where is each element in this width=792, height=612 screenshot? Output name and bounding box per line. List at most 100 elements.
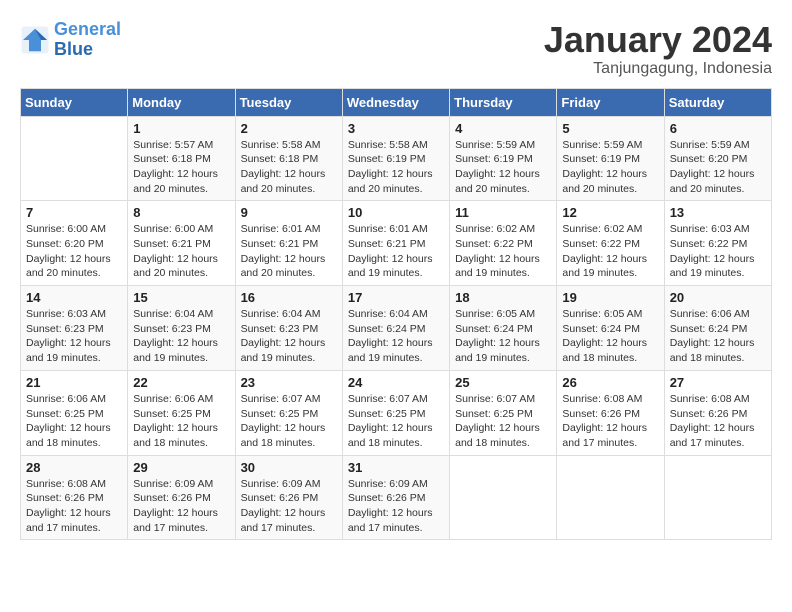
day-info: Sunrise: 6:02 AMSunset: 6:22 PMDaylight:… [455,222,551,281]
day-number: 16 [241,290,337,305]
day-info: Sunrise: 5:57 AMSunset: 6:18 PMDaylight:… [133,138,229,197]
day-number: 9 [241,205,337,220]
calendar-cell: 19 Sunrise: 6:05 AMSunset: 6:24 PMDayligh… [557,286,664,371]
day-number: 12 [562,205,658,220]
day-info: Sunrise: 6:07 AMSunset: 6:25 PMDaylight:… [241,392,337,451]
day-info: Sunrise: 6:06 AMSunset: 6:25 PMDaylight:… [26,392,122,451]
day-header-monday: Monday [128,88,235,116]
day-number: 11 [455,205,551,220]
day-info: Sunrise: 6:01 AMSunset: 6:21 PMDaylight:… [348,222,444,281]
day-number: 20 [670,290,766,305]
day-header-thursday: Thursday [450,88,557,116]
calendar-cell [21,116,128,201]
calendar-week-5: 28 Sunrise: 6:08 AMSunset: 6:26 PMDayligh… [21,455,772,540]
day-number: 26 [562,375,658,390]
calendar-cell: 27 Sunrise: 6:08 AMSunset: 6:26 PMDayligh… [664,370,771,455]
calendar-cell: 25 Sunrise: 6:07 AMSunset: 6:25 PMDayligh… [450,370,557,455]
day-info: Sunrise: 5:58 AMSunset: 6:19 PMDaylight:… [348,138,444,197]
day-info: Sunrise: 6:09 AMSunset: 6:26 PMDaylight:… [241,477,337,536]
day-info: Sunrise: 5:59 AMSunset: 6:19 PMDaylight:… [562,138,658,197]
calendar-cell: 29 Sunrise: 6:09 AMSunset: 6:26 PMDayligh… [128,455,235,540]
day-info: Sunrise: 5:58 AMSunset: 6:18 PMDaylight:… [241,138,337,197]
page-header: General Blue January 2024 Tanjungagung, … [20,20,772,78]
calendar-week-1: 1 Sunrise: 5:57 AMSunset: 6:18 PMDaylight… [21,116,772,201]
calendar-cell: 6Sunrise: 5:59 AMSunset: 6:20 PMDaylight… [664,116,771,201]
day-number: 21 [26,375,122,390]
day-info: Sunrise: 6:09 AMSunset: 6:26 PMDaylight:… [348,477,444,536]
day-info: Sunrise: 6:01 AMSunset: 6:21 PMDaylight:… [241,222,337,281]
day-number: 5 [562,121,658,136]
calendar-cell: 24 Sunrise: 6:07 AMSunset: 6:25 PMDayligh… [342,370,449,455]
day-info: Sunrise: 6:03 AMSunset: 6:22 PMDaylight:… [670,222,766,281]
calendar-cell: 15 Sunrise: 6:04 AMSunset: 6:23 PMDayligh… [128,286,235,371]
calendar-cell: 26 Sunrise: 6:08 AMSunset: 6:26 PMDayligh… [557,370,664,455]
calendar-cell: 13 Sunrise: 6:03 AMSunset: 6:22 PMDayligh… [664,201,771,286]
day-info: Sunrise: 6:00 AMSunset: 6:21 PMDaylight:… [133,222,229,281]
calendar-cell: 5 Sunrise: 5:59 AMSunset: 6:19 PMDaylight… [557,116,664,201]
calendar-cell: 17Sunrise: 6:04 AMSunset: 6:24 PMDayligh… [342,286,449,371]
calendar-cell: 3Sunrise: 5:58 AMSunset: 6:19 PMDaylight… [342,116,449,201]
calendar-cell [450,455,557,540]
day-number: 23 [241,375,337,390]
logo: General Blue [20,20,121,60]
day-header-friday: Friday [557,88,664,116]
calendar-cell: 12 Sunrise: 6:02 AMSunset: 6:22 PMDayligh… [557,201,664,286]
day-info: Sunrise: 6:04 AMSunset: 6:24 PMDaylight:… [348,307,444,366]
day-number: 8 [133,205,229,220]
calendar-cell: 20 Sunrise: 6:06 AMSunset: 6:24 PMDayligh… [664,286,771,371]
calendar-cell: 9 Sunrise: 6:01 AMSunset: 6:21 PMDaylight… [235,201,342,286]
calendar-cell: 2Sunrise: 5:58 AMSunset: 6:18 PMDaylight… [235,116,342,201]
calendar-cell: 18 Sunrise: 6:05 AMSunset: 6:24 PMDayligh… [450,286,557,371]
day-header-wednesday: Wednesday [342,88,449,116]
day-header-saturday: Saturday [664,88,771,116]
month-title: January 2024 [544,20,772,60]
day-number: 28 [26,460,122,475]
day-header-sunday: Sunday [21,88,128,116]
calendar-cell [664,455,771,540]
day-number: 22 [133,375,229,390]
day-info: Sunrise: 5:59 AMSunset: 6:19 PMDaylight:… [455,138,551,197]
day-number: 31 [348,460,444,475]
day-info: Sunrise: 6:08 AMSunset: 6:26 PMDaylight:… [26,477,122,536]
calendar-cell: 22Sunrise: 6:06 AMSunset: 6:25 PMDayligh… [128,370,235,455]
day-number: 4 [455,121,551,136]
day-number: 13 [670,205,766,220]
calendar-cell: 30 Sunrise: 6:09 AMSunset: 6:26 PMDayligh… [235,455,342,540]
day-number: 27 [670,375,766,390]
day-info: Sunrise: 6:08 AMSunset: 6:26 PMDaylight:… [670,392,766,451]
calendar-cell: 8 Sunrise: 6:00 AMSunset: 6:21 PMDaylight… [128,201,235,286]
day-info: Sunrise: 6:04 AMSunset: 6:23 PMDaylight:… [241,307,337,366]
day-info: Sunrise: 6:05 AMSunset: 6:24 PMDaylight:… [562,307,658,366]
day-info: Sunrise: 6:05 AMSunset: 6:24 PMDaylight:… [455,307,551,366]
day-info: Sunrise: 6:08 AMSunset: 6:26 PMDaylight:… [562,392,658,451]
day-number: 1 [133,121,229,136]
day-number: 29 [133,460,229,475]
day-info: Sunrise: 6:04 AMSunset: 6:23 PMDaylight:… [133,307,229,366]
calendar-week-4: 21 Sunrise: 6:06 AMSunset: 6:25 PMDayligh… [21,370,772,455]
logo-text: General Blue [54,20,121,60]
calendar-cell: 31 Sunrise: 6:09 AMSunset: 6:26 PMDayligh… [342,455,449,540]
location-subtitle: Tanjungagung, Indonesia [544,60,772,78]
day-number: 14 [26,290,122,305]
day-number: 30 [241,460,337,475]
day-number: 19 [562,290,658,305]
day-header-tuesday: Tuesday [235,88,342,116]
day-info: Sunrise: 6:07 AMSunset: 6:25 PMDaylight:… [348,392,444,451]
day-info: Sunrise: 6:06 AMSunset: 6:24 PMDaylight:… [670,307,766,366]
day-number: 7 [26,205,122,220]
calendar-cell [557,455,664,540]
day-number: 24 [348,375,444,390]
logo-icon [20,25,50,55]
day-info: Sunrise: 6:02 AMSunset: 6:22 PMDaylight:… [562,222,658,281]
calendar-cell: 16 Sunrise: 6:04 AMSunset: 6:23 PMDayligh… [235,286,342,371]
day-number: 18 [455,290,551,305]
calendar-cell: 28 Sunrise: 6:08 AMSunset: 6:26 PMDayligh… [21,455,128,540]
day-info: Sunrise: 6:09 AMSunset: 6:26 PMDaylight:… [133,477,229,536]
day-info: Sunrise: 6:00 AMSunset: 6:20 PMDaylight:… [26,222,122,281]
day-info: Sunrise: 6:07 AMSunset: 6:25 PMDaylight:… [455,392,551,451]
day-number: 25 [455,375,551,390]
day-number: 10 [348,205,444,220]
day-info: Sunrise: 6:03 AMSunset: 6:23 PMDaylight:… [26,307,122,366]
day-number: 15 [133,290,229,305]
calendar-cell: 23 Sunrise: 6:07 AMSunset: 6:25 PMDayligh… [235,370,342,455]
